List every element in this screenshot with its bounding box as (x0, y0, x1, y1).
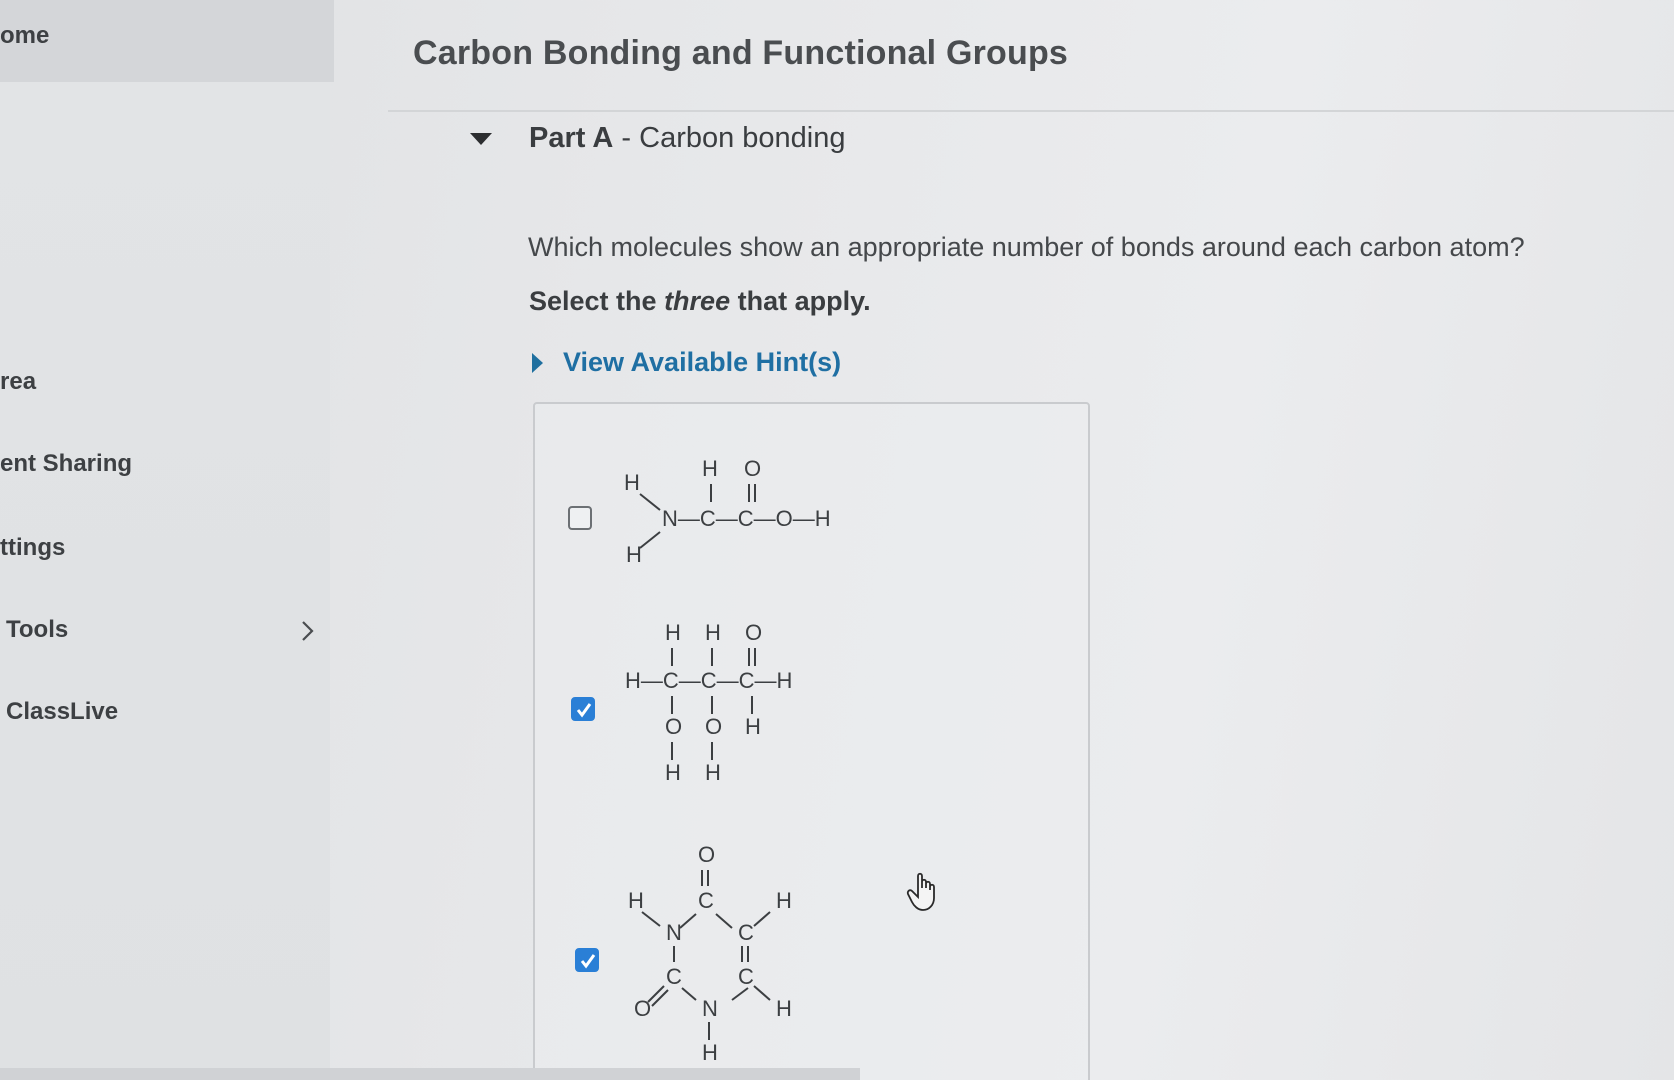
molecule-2: H H O H—C—C—C—H O O H H H (625, 620, 792, 785)
atom: H (702, 1040, 718, 1065)
atom: H (776, 888, 792, 913)
checkmark-icon (580, 954, 596, 969)
atom: H (705, 620, 721, 645)
option-1-checkbox[interactable] (568, 506, 592, 530)
atom: O (705, 714, 722, 739)
atom: H (665, 760, 681, 785)
atom: C (738, 920, 754, 945)
sidebar-item-settings[interactable]: ttings (0, 534, 65, 562)
option-2-checkbox[interactable] (571, 697, 595, 721)
atom: N (666, 920, 682, 945)
divider (388, 110, 1674, 112)
atom: N (702, 996, 718, 1021)
instruction-text: Select the three that apply. (529, 286, 871, 317)
part-separator: - (613, 122, 640, 154)
checkmark-icon (576, 703, 592, 718)
atom: C (738, 964, 754, 989)
atom: H (745, 714, 761, 739)
part-label: Part A (529, 122, 614, 154)
atom: H (702, 456, 718, 481)
instruction-pre: Select the (529, 286, 665, 316)
hand-cursor-icon (906, 872, 935, 911)
part-name: Carbon bonding (639, 122, 846, 154)
option-3-checkbox[interactable] (575, 948, 599, 972)
atom-chain: H—C—C—C—H (625, 668, 792, 693)
atom: H (628, 888, 644, 913)
atom: O (744, 456, 761, 481)
atom: O (665, 714, 682, 739)
atom: H (705, 760, 721, 785)
instruction-post: that apply. (730, 286, 871, 316)
caret-down-icon[interactable] (470, 133, 492, 145)
atom-chain: N—C—C—O—H (662, 506, 831, 531)
view-hints-link[interactable]: View Available Hint(s) (563, 347, 841, 378)
atom: C (666, 964, 682, 989)
molecule-3: O C H H N C C C O N H H (628, 842, 792, 1065)
bottom-scrollbar[interactable] (0, 1068, 860, 1080)
instruction-emphasis: three (664, 286, 731, 316)
sidebar-item-tools[interactable]: Tools (6, 616, 68, 644)
atom: C (698, 888, 714, 913)
atom: H (624, 470, 640, 495)
sidebar: ome rea ent Sharing ttings Tools ClassLi… (0, 0, 334, 1080)
question-text: Which molecules show an appropriate numb… (528, 232, 1525, 262)
sidebar-item-content-sharing[interactable]: ent Sharing (0, 450, 132, 478)
atom: H (665, 620, 681, 645)
page-title: Carbon Bonding and Functional Groups (413, 34, 1069, 72)
molecule-1: H H O N—C—C—O—H H (624, 456, 831, 567)
atom: H (776, 996, 792, 1021)
chevron-right-icon[interactable] (294, 618, 320, 644)
sidebar-item-area[interactable]: rea (0, 368, 36, 396)
sidebar-item-classlive[interactable]: ClassLive (6, 698, 118, 726)
atom: O (745, 620, 762, 645)
atom: O (698, 842, 715, 867)
caret-right-icon[interactable] (532, 353, 543, 373)
atom: H (626, 542, 642, 567)
sidebar-item-label: ome (0, 22, 50, 49)
atom: O (634, 996, 651, 1021)
part-title[interactable]: Part A - Carbon bonding (529, 122, 846, 155)
sidebar-item-home[interactable]: ome (0, 0, 334, 82)
